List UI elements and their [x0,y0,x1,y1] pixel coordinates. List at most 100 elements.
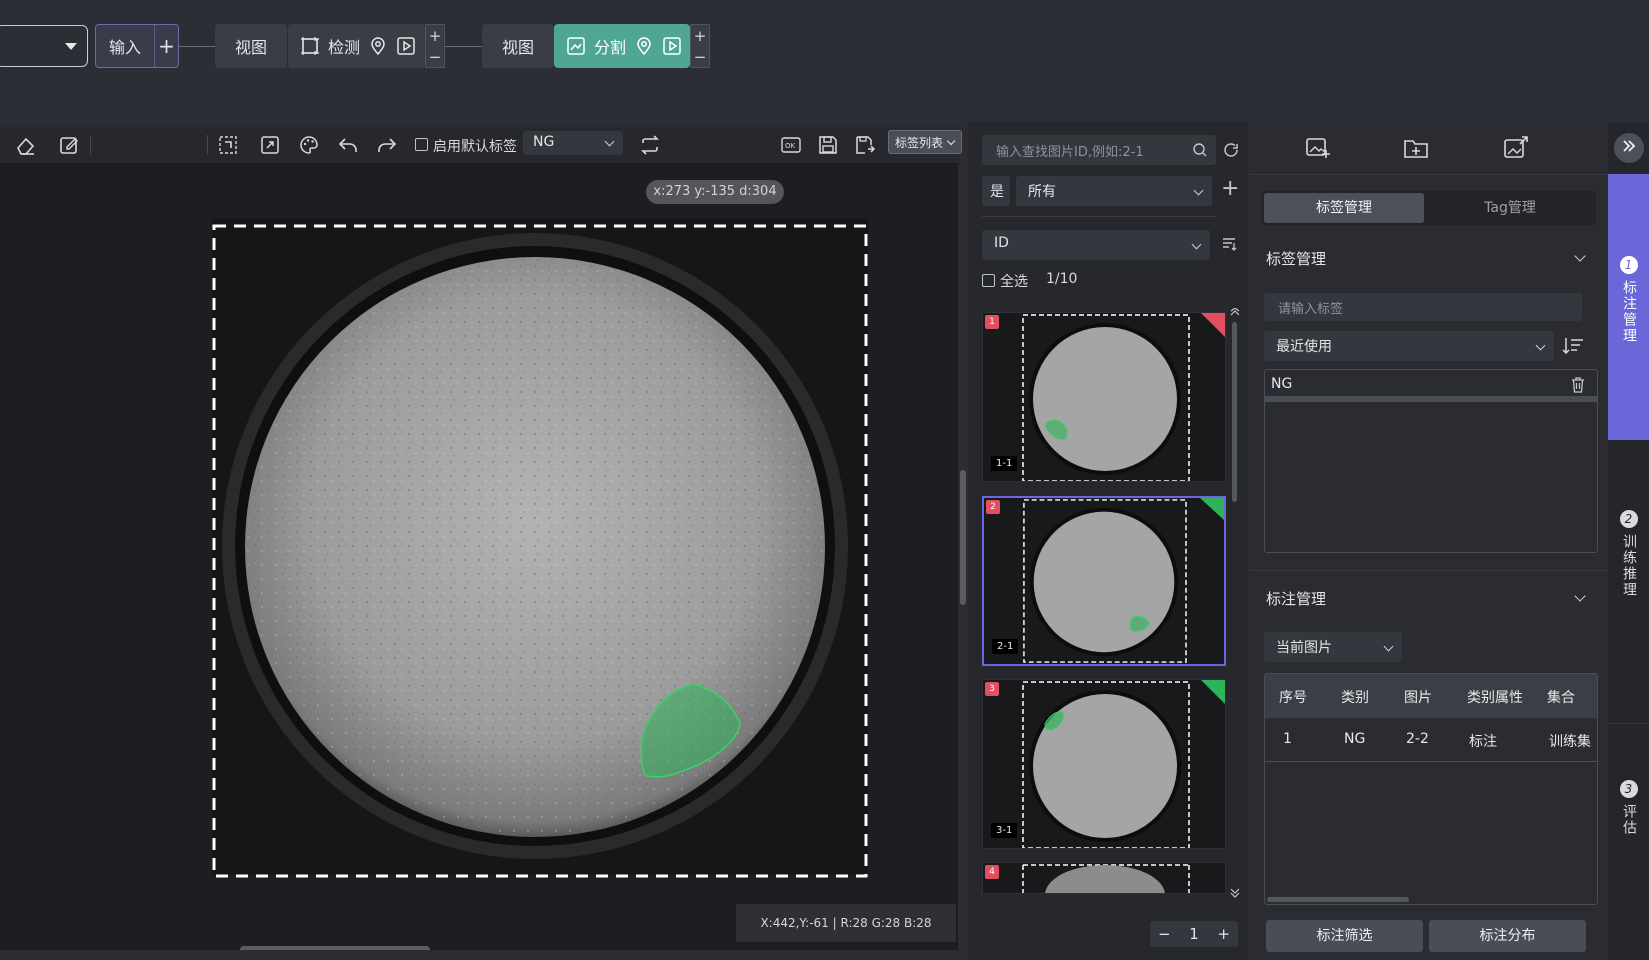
step-evaluate[interactable]: 3 评估 [1608,724,1649,960]
image-thumbnail[interactable]: 1 1-1 [982,312,1226,482]
detect-frame-icon [300,36,320,56]
fit-screen-icon[interactable] [259,134,281,156]
page-next-button[interactable]: + [1217,925,1230,943]
tab-label-management[interactable]: 标签管理 [1264,193,1424,223]
thumbnail-image [1022,314,1190,481]
image-search-input[interactable]: 输入查找图片ID,例如:2-1 [982,135,1216,165]
add-filter-icon[interactable]: + [1221,177,1239,201]
thumbnail-number: 1 [985,315,999,329]
chevron-down-icon [604,136,615,147]
segment-node[interactable]: 分割 [554,24,690,68]
pipeline-bar: 输入 + 视图 检测 + − 视图 分割 + − [0,0,1649,122]
thumbnail-image [1023,499,1187,663]
list-scrollbar[interactable] [1232,322,1237,502]
column-header: 类别属性 [1467,690,1523,706]
remove-icon[interactable]: − [429,49,442,64]
step-label: 标注管理 [1621,280,1637,344]
vertical-scrollbar[interactable] [960,470,966,605]
view-node-label: 视图 [234,38,267,57]
chevron-down-icon [1535,340,1546,351]
remove-icon[interactable]: − [694,49,707,64]
annotation-filter-button[interactable]: 标注筛选 [1266,920,1423,952]
table-row[interactable]: 1 NG 2-2 标注 训练集 [1265,718,1597,762]
table-scrollbar[interactable] [1267,897,1409,902]
sort-select-value: ID [994,235,1009,251]
label-input[interactable]: 请输入标签 [1264,293,1582,321]
save-as-icon[interactable] [854,134,876,156]
tag-list-button[interactable]: 标签列表 [888,130,962,154]
save-icon[interactable] [817,134,839,156]
select-region-icon[interactable] [217,134,239,156]
page-number[interactable]: 1 [1189,925,1199,943]
annotation-distribution-button[interactable]: 标注分布 [1429,920,1586,952]
status-corner [1200,498,1224,520]
add-folder-icon[interactable] [1403,136,1429,164]
add-image-icon[interactable] [1305,136,1331,164]
filter-select[interactable]: 所有 [1016,176,1212,206]
select-all-checkbox[interactable] [982,274,995,287]
sort-select[interactable]: ID [982,230,1210,260]
sort-order-icon[interactable] [1562,336,1584,360]
loop-icon[interactable] [639,134,661,156]
scroll-up-icon[interactable] [1230,304,1240,316]
location-pin-icon[interactable] [634,36,654,56]
label-section-title: 标签管理 [1266,250,1327,268]
image-canvas[interactable]: x:273 y:-135 d:304 X:442,Y:-61 | R:28 G:… [0,164,958,950]
eraser-icon[interactable] [15,134,37,156]
run-play-icon[interactable] [662,36,682,56]
edit-icon[interactable] [58,134,80,156]
thumbnail-image [1022,864,1190,893]
view-node-1[interactable]: 视图 [215,24,287,68]
cursor-coord-bubble: x:273 y:-135 d:304 [646,180,784,204]
source-dropdown[interactable] [0,25,88,67]
input-add-button[interactable]: + [154,25,178,67]
image-thumbnail[interactable]: 3 3-1 [982,679,1226,849]
thumbnail-image [1022,681,1190,848]
svg-text:OK: OK [785,142,796,150]
sort-order-icon[interactable] [1221,236,1237,256]
add-icon[interactable]: + [694,28,707,43]
toolbar-divider [207,135,208,155]
image-thumbnail[interactable]: 2 2-1 [982,496,1226,666]
scope-select-value: 当前图片 [1276,640,1332,656]
chevron-down-icon [1193,185,1204,196]
location-pin-icon[interactable] [368,36,388,56]
inspection-image[interactable] [0,164,958,950]
image-export-icon[interactable] [1503,136,1529,164]
palette-icon[interactable] [298,134,320,156]
filter-prefix[interactable]: 是 [982,176,1010,206]
tab-tag-management[interactable]: Tag管理 [1426,193,1594,223]
step-annotation[interactable]: 1 标注管理 [1608,174,1649,440]
tag-item[interactable]: NG [1265,370,1597,402]
scroll-down-icon[interactable] [1230,886,1240,898]
default-tag-checkbox[interactable] [415,138,428,151]
pagination: − 1 + [1150,921,1238,947]
segment-plus-minus[interactable]: + − [690,24,710,68]
step-train-infer[interactable]: 2 训练推理 [1608,440,1649,724]
workflow-steps: 1 标注管理 2 训练推理 3 评估 [1608,122,1649,960]
detect-node-label: 检测 [328,38,361,57]
default-tag-value: NG [533,134,555,150]
page-prev-button[interactable]: − [1158,925,1171,943]
search-icon[interactable] [1192,142,1208,162]
refresh-icon[interactable] [1222,141,1240,163]
thumbnail-number: 4 [985,865,999,879]
undo-icon[interactable] [337,134,359,156]
trash-icon[interactable] [1571,377,1585,397]
horizontal-scrollbar[interactable] [240,946,430,950]
add-icon[interactable]: + [429,28,442,43]
scope-select[interactable]: 当前图片 [1264,632,1402,662]
column-header: 图片 [1404,690,1432,706]
collapse-panel-button[interactable] [1614,133,1644,163]
input-node[interactable]: 输入 + [95,24,179,68]
default-tag-select[interactable]: NG [523,131,623,155]
view-node-2[interactable]: 视图 [482,24,554,68]
image-thumbnail[interactable]: 4 [982,862,1226,894]
detect-plus-minus[interactable]: + − [425,24,445,68]
run-play-icon[interactable] [396,36,416,56]
ok-image-icon[interactable]: OK [780,134,802,156]
recent-select[interactable]: 最近使用 [1264,331,1554,361]
detect-node[interactable]: 检测 [287,24,425,68]
step-number: 2 [1619,510,1638,528]
redo-icon[interactable] [376,134,398,156]
